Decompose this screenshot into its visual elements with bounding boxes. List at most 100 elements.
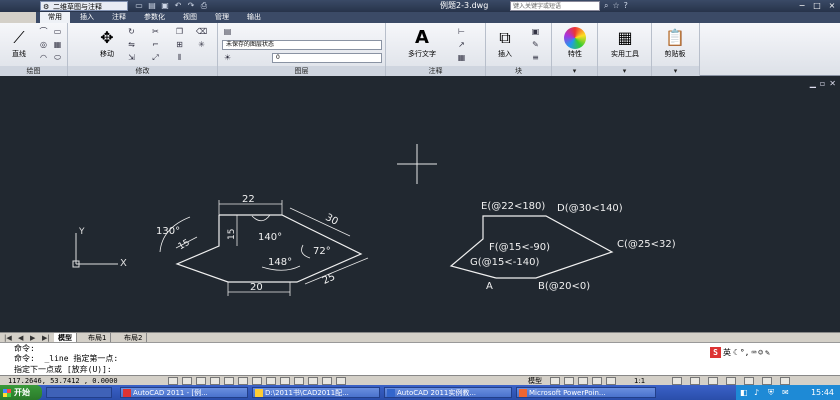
taskbar-item-document[interactable]: AutoCAD 2011实例教... [384, 387, 512, 398]
sogou-icon[interactable]: S [710, 347, 721, 358]
workspace-dropdown[interactable]: ⚙ 二维草图与注释 [40, 1, 128, 11]
table-icon[interactable]: ▦ [456, 52, 467, 63]
array-icon[interactable]: ⊞ [174, 39, 185, 50]
insert-button[interactable]: ⧉ 插入 [488, 25, 522, 63]
drawing-canvas[interactable]: ▁ ▫ ✕ X Y 22 30 15 15 130° 140° 72° 148°… [0, 76, 840, 332]
tools-icon[interactable]: ✎ [765, 347, 770, 358]
erase-icon[interactable]: ⌫ [196, 26, 207, 37]
help-icon[interactable]: ? [624, 1, 628, 11]
selection-cycling-icon[interactable] [336, 377, 346, 385]
leader-icon[interactable]: ↗ [456, 39, 467, 50]
pan-icon[interactable] [578, 377, 588, 385]
command-prompt-line[interactable]: 指定下一点或 [放弃(U)]: [14, 365, 112, 375]
hatch-icon[interactable]: ▦ [52, 39, 63, 50]
utilities-button[interactable]: ▦ 实用工具 [602, 25, 648, 63]
explode-icon[interactable]: ✳ [196, 39, 207, 50]
tab-view[interactable]: 视图 [175, 12, 205, 23]
trim-icon[interactable]: ✂ [150, 26, 161, 37]
taskbar-item-explorer[interactable]: D:\2011书\CAD2011配... [252, 387, 380, 398]
tab-insert[interactable]: 插入 [72, 12, 102, 23]
tab-output[interactable]: 输出 [239, 12, 269, 23]
undo-icon[interactable]: ↶ [173, 1, 183, 11]
ime-mode-label[interactable]: 英 [723, 347, 731, 358]
maximize-button[interactable]: □ [811, 1, 823, 11]
dynamic-input-icon[interactable] [280, 377, 290, 385]
minimize-button[interactable]: − [796, 1, 808, 11]
dimension-icon[interactable]: ⊢ [456, 26, 467, 37]
object-snap-tracking-icon[interactable] [252, 377, 262, 385]
ortho-mode-icon[interactable] [196, 377, 206, 385]
quick-view-drawings-icon[interactable] [564, 377, 574, 385]
draw-panel-label[interactable]: 绘图 [0, 66, 67, 76]
star-icon[interactable]: ☆ [612, 1, 619, 11]
ellipse-icon[interactable]: ⬭ [52, 52, 63, 63]
lock-icon[interactable] [708, 377, 718, 385]
mtext-button[interactable]: A 多行文字 [400, 25, 444, 63]
circle-icon[interactable]: ◎ [38, 39, 49, 50]
offset-icon[interactable]: ⫴ [174, 52, 185, 63]
taskbar-item-powerpoint[interactable]: Microsoft PowerPoin... [516, 387, 656, 398]
current-layer-dropdown[interactable]: 0 [272, 53, 382, 63]
close-button[interactable]: × [826, 1, 838, 11]
user-icon[interactable]: ☺ [758, 347, 763, 358]
workspace-switching-icon[interactable] [690, 377, 700, 385]
3d-object-snap-icon[interactable] [238, 377, 248, 385]
lineweight-icon[interactable] [294, 377, 304, 385]
fillet-icon[interactable]: ⌐ [150, 39, 161, 50]
object-snap-icon[interactable] [224, 377, 234, 385]
dynamic-ucs-icon[interactable] [266, 377, 276, 385]
create-block-icon[interactable]: ▣ [530, 26, 541, 37]
clipboard-button[interactable]: 📋 剪贴板 [658, 25, 692, 63]
tray-shield-icon[interactable]: ⛨ [768, 385, 774, 400]
arc-icon[interactable]: ◠ [38, 52, 49, 63]
punctuation-icon[interactable]: °, [740, 347, 750, 358]
save-icon[interactable]: ▣ [160, 1, 170, 11]
quick-view-layouts-icon[interactable] [550, 377, 560, 385]
clean-screen-icon[interactable] [780, 377, 790, 385]
modify-panel-label[interactable]: 修改 [68, 66, 217, 76]
stretch-icon[interactable]: ⇲ [126, 52, 137, 63]
redo-icon[interactable]: ↷ [186, 1, 196, 11]
properties-panel-label[interactable]: ▾ [552, 66, 597, 76]
properties-button[interactable]: 特性 [558, 25, 592, 63]
attribute-icon[interactable]: ≡ [530, 52, 541, 63]
snap-mode-icon[interactable] [168, 377, 178, 385]
tab-annotate[interactable]: 注释 [104, 12, 134, 23]
layer-state-dropdown[interactable]: 未保存的图层状态 [222, 40, 382, 50]
hardware-acceleration-icon[interactable] [726, 377, 736, 385]
keyboard-icon[interactable]: ⌨ [751, 347, 756, 358]
grid-display-icon[interactable] [182, 377, 192, 385]
tray-ime-icon[interactable]: ✉ [782, 385, 789, 400]
edit-block-icon[interactable]: ✎ [530, 39, 541, 50]
clipboard-panel-label[interactable]: ▾ [652, 66, 699, 76]
print-icon[interactable]: ⎙ [199, 1, 209, 11]
moon-icon[interactable]: ☾ [733, 347, 738, 358]
layer-properties-icon[interactable]: ▤ [222, 26, 233, 37]
isolate-objects-icon[interactable] [744, 377, 754, 385]
zoom-icon[interactable] [592, 377, 602, 385]
copy-icon[interactable]: ❐ [174, 26, 185, 37]
tab-parametric[interactable]: 参数化 [136, 12, 173, 23]
mirror-icon[interactable]: ⇋ [126, 39, 137, 50]
tab-manage[interactable]: 管理 [207, 12, 237, 23]
binoculars-icon[interactable]: ⌕ [604, 1, 608, 11]
search-input[interactable]: 键入关键字或短语 [510, 1, 600, 11]
polyline-icon[interactable]: ⌒ [38, 26, 49, 37]
start-button[interactable]: 开始 [0, 385, 42, 400]
utilities-panel-label[interactable]: ▾ [598, 66, 651, 76]
scale-icon[interactable]: ⤢ [150, 52, 161, 63]
steering-wheel-icon[interactable] [606, 377, 616, 385]
move-button[interactable]: ✥ 移动 [90, 25, 124, 63]
block-panel-label[interactable]: 块 [486, 66, 551, 76]
tray-network-icon[interactable]: ◧ [740, 385, 748, 400]
rectangle-icon[interactable]: ▭ [52, 26, 63, 37]
line-button[interactable]: ⟋ 直线 [2, 25, 36, 63]
taskbar-item-autocad[interactable]: AutoCAD 2011 - [例... [120, 387, 248, 398]
new-icon[interactable]: ▭ [134, 1, 144, 11]
command-window[interactable]: 命令: 命令: _line 指定第一点: 指定下一点或 [放弃(U)]: S 英… [0, 342, 840, 375]
polar-tracking-icon[interactable] [210, 377, 220, 385]
tray-volume-icon[interactable]: ♪ [754, 385, 759, 400]
annotation-panel-label[interactable]: 注释 [386, 66, 485, 76]
tab-home[interactable]: 常用 [40, 12, 70, 23]
open-icon[interactable]: ▤ [147, 1, 157, 11]
